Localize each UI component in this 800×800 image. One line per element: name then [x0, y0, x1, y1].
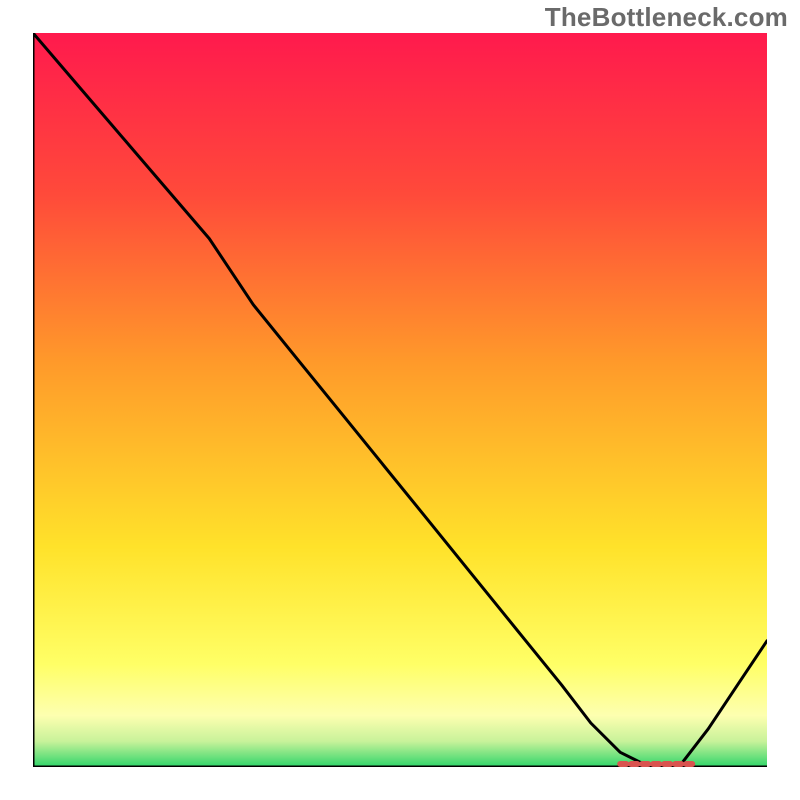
plot-background: [33, 33, 767, 767]
chart-stage: TheBottleneck.com: [0, 0, 800, 800]
bottleneck-chart: [33, 33, 767, 767]
watermark-text: TheBottleneck.com: [545, 2, 788, 33]
